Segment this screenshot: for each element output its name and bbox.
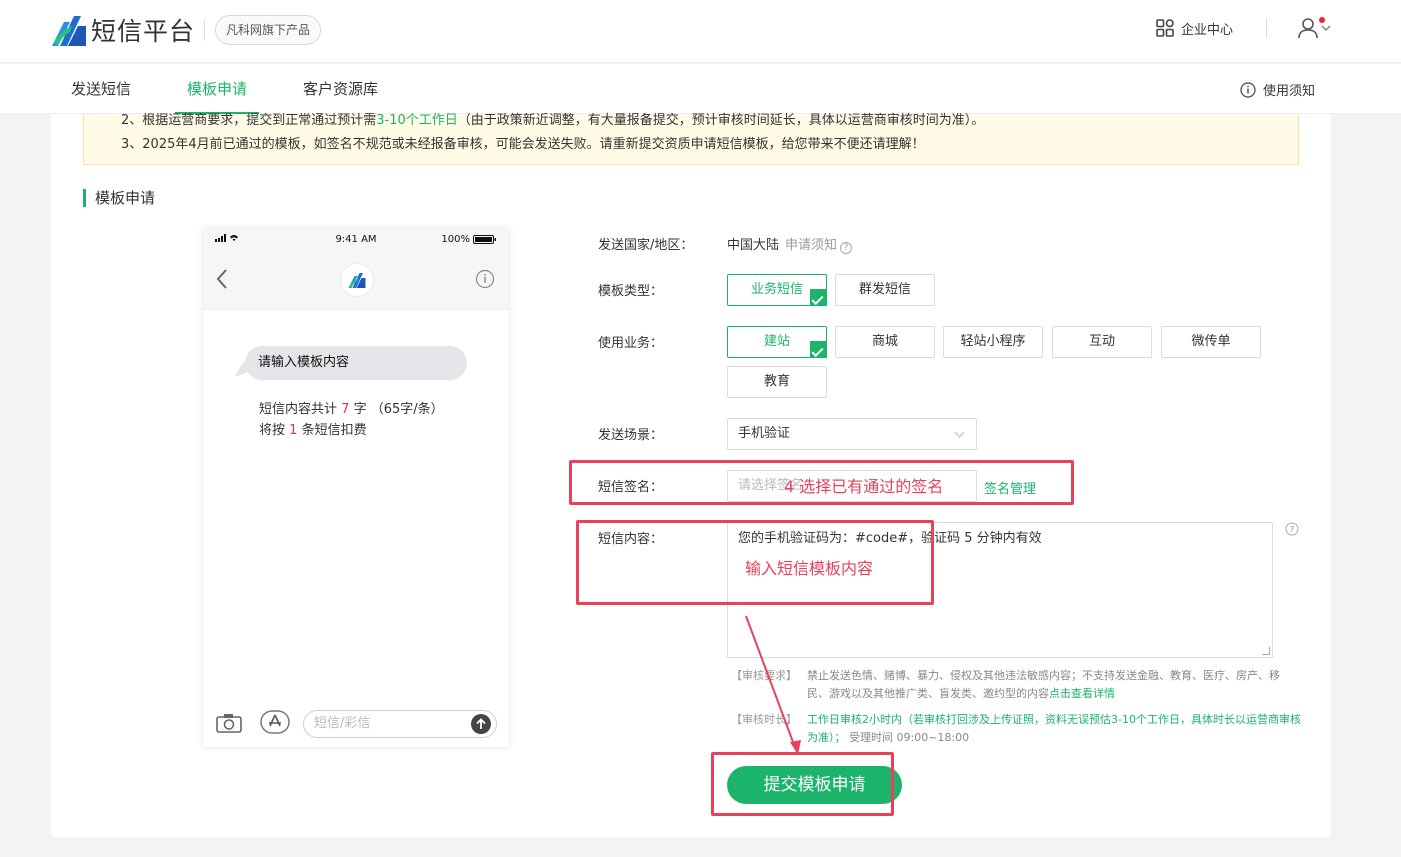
message-bubble: 请输入模板内容	[245, 346, 467, 380]
notification-dot	[1319, 17, 1325, 23]
type-option-mass[interactable]: 群发短信	[835, 274, 935, 306]
phone-input-placeholder: 短信/彩信	[314, 716, 371, 731]
business-option-miniapp[interactable]: 轻站小程序	[943, 326, 1043, 358]
check-icon	[811, 292, 824, 306]
business-label: 使用业务：	[598, 336, 664, 351]
submit-template-button[interactable]: 提交模板申请	[727, 766, 902, 804]
camera-icon	[216, 714, 242, 733]
info-icon	[1240, 81, 1256, 98]
nav-bar: 发送短信 模板申请 客户资源库 使用须知	[0, 64, 1401, 114]
enterprise-center-label: 企业中心	[1180, 22, 1233, 38]
user-menu[interactable]	[1297, 17, 1331, 39]
app-name: 短信平台	[91, 17, 196, 46]
scene-label: 发送场景：	[598, 428, 664, 443]
phone-chat-header	[203, 252, 509, 310]
chevron-down-icon	[954, 427, 965, 438]
product-badge: 凡科网旗下产品	[215, 15, 322, 45]
service-hours: 受理时间 09:00~18:00	[849, 731, 970, 744]
business-option-education[interactable]: 教育	[727, 366, 827, 398]
tab-send-sms[interactable]: 发送短信	[71, 64, 131, 114]
signature-placeholder: 请选择签名	[738, 478, 804, 493]
logo-mark-icon	[52, 16, 86, 46]
business-option-site[interactable]: 建站	[727, 326, 827, 358]
user-icon	[1298, 18, 1318, 39]
review-duration: 【审核时长】 工作日审核2小时内（若审核打回涉及上传证照，资料无误预估3-10个…	[731, 711, 1311, 747]
logo[interactable]: 短信平台 凡科网旗下产品	[50, 12, 322, 48]
notice-box: 2、根据运营商要求，提交到正常通过预计需3-10个工作日（由于政策新近调整，有大…	[83, 113, 1299, 165]
signature-label: 短信签名：	[598, 480, 664, 495]
check-icon	[811, 344, 824, 358]
business-option-mall[interactable]: 商城	[835, 326, 935, 358]
contact-avatar	[341, 264, 373, 296]
main-panel: 2、根据运营商要求，提交到正常通过预计需3-10个工作日（由于政策新近调整，有大…	[51, 113, 1331, 837]
phone-input-bar: 短信/彩信	[203, 703, 509, 747]
phone-status-bar: 9:41 AM 100%	[203, 228, 509, 252]
char-count-info: 短信内容共计 7 字 （65字/条）将按 1 条短信扣费	[259, 402, 438, 438]
review-requirement: 【审核要求】 禁止发送色情、赌博、暴力、侵权及其他违法敏感内容；不支持发送金融、…	[731, 667, 1311, 703]
question-icon[interactable]: ?	[1285, 522, 1299, 536]
content-label: 短信内容：	[598, 532, 664, 547]
usage-notes-label: 使用须知	[1262, 84, 1315, 99]
top-bar: 短信平台 凡科网旗下产品 企业中心	[0, 0, 1401, 63]
tab-customer-library[interactable]: 客户资源库	[303, 64, 378, 114]
question-icon[interactable]: ?	[840, 242, 853, 254]
view-details-link[interactable]: 点击查看详情	[1049, 687, 1115, 700]
top-divider	[1266, 18, 1267, 38]
annotation-arrow	[745, 615, 801, 755]
review-requirement-text: 禁止发送色情、赌博、暴力、侵权及其他违法敏感内容；不支持发送金融、教育、医疗、房…	[807, 669, 1280, 700]
phone-message-input[interactable]: 短信/彩信	[303, 710, 497, 738]
template-type-label: 模板类型：	[598, 284, 664, 299]
signature-select[interactable]: 请选择签名	[727, 470, 977, 502]
scene-select[interactable]: 手机验证	[727, 418, 977, 450]
chevron-down-icon	[1321, 25, 1331, 31]
resize-handle[interactable]	[1262, 647, 1270, 655]
battery-icon	[473, 235, 496, 244]
info-icon	[475, 269, 495, 289]
usage-notes-link[interactable]: 使用须知	[1240, 80, 1315, 99]
app-store-icon	[260, 710, 290, 734]
battery: 100%	[441, 234, 497, 245]
battery-percent: 100%	[441, 234, 470, 245]
country-label: 发送国家/地区：	[598, 238, 694, 253]
country-value-row: 中国大陆 申请须知?	[727, 234, 853, 254]
business-option-interact[interactable]: 互动	[1052, 326, 1152, 358]
svg-text:?: ?	[1290, 526, 1295, 536]
logo-divider	[204, 19, 206, 41]
tab-template-apply[interactable]: 模板申请	[174, 64, 260, 114]
top-right-area: 企业中心	[1156, 17, 1331, 39]
notice-line-3: 3、2025年4月前已通过的模板，如签名不规范或未经报备审核，可能会发送失败。请…	[121, 137, 925, 152]
grid-icon	[1156, 19, 1174, 37]
logo-mark-icon	[348, 273, 366, 288]
signature-manage-link[interactable]: 签名管理	[984, 478, 1036, 497]
apply-notes-link[interactable]: 申请须知	[785, 238, 837, 253]
section-title: 模板申请	[83, 189, 155, 207]
phone-preview: 9:41 AM 100% 请输入模板内容 短信内容共计 7 字 （65字/条）将…	[203, 228, 509, 747]
notice-line-2: 2、根据运营商要求，提交到正常通过预计需3-10个工作日（由于政策新近调整，有大…	[121, 113, 985, 128]
content-value: 您的手机验证码为：#code#，验证码 5 分钟内有效	[738, 531, 1042, 546]
enterprise-center-link[interactable]: 企业中心	[1156, 19, 1233, 38]
content-textarea[interactable]: 您的手机验证码为：#code#，验证码 5 分钟内有效	[727, 522, 1273, 658]
back-icon	[216, 269, 227, 289]
country-value: 中国大陆	[727, 238, 780, 253]
business-option-flyer[interactable]: 微传单	[1161, 326, 1261, 358]
send-icon[interactable]	[471, 714, 491, 734]
scene-value: 手机验证	[738, 426, 791, 441]
type-option-business[interactable]: 业务短信	[727, 274, 827, 306]
